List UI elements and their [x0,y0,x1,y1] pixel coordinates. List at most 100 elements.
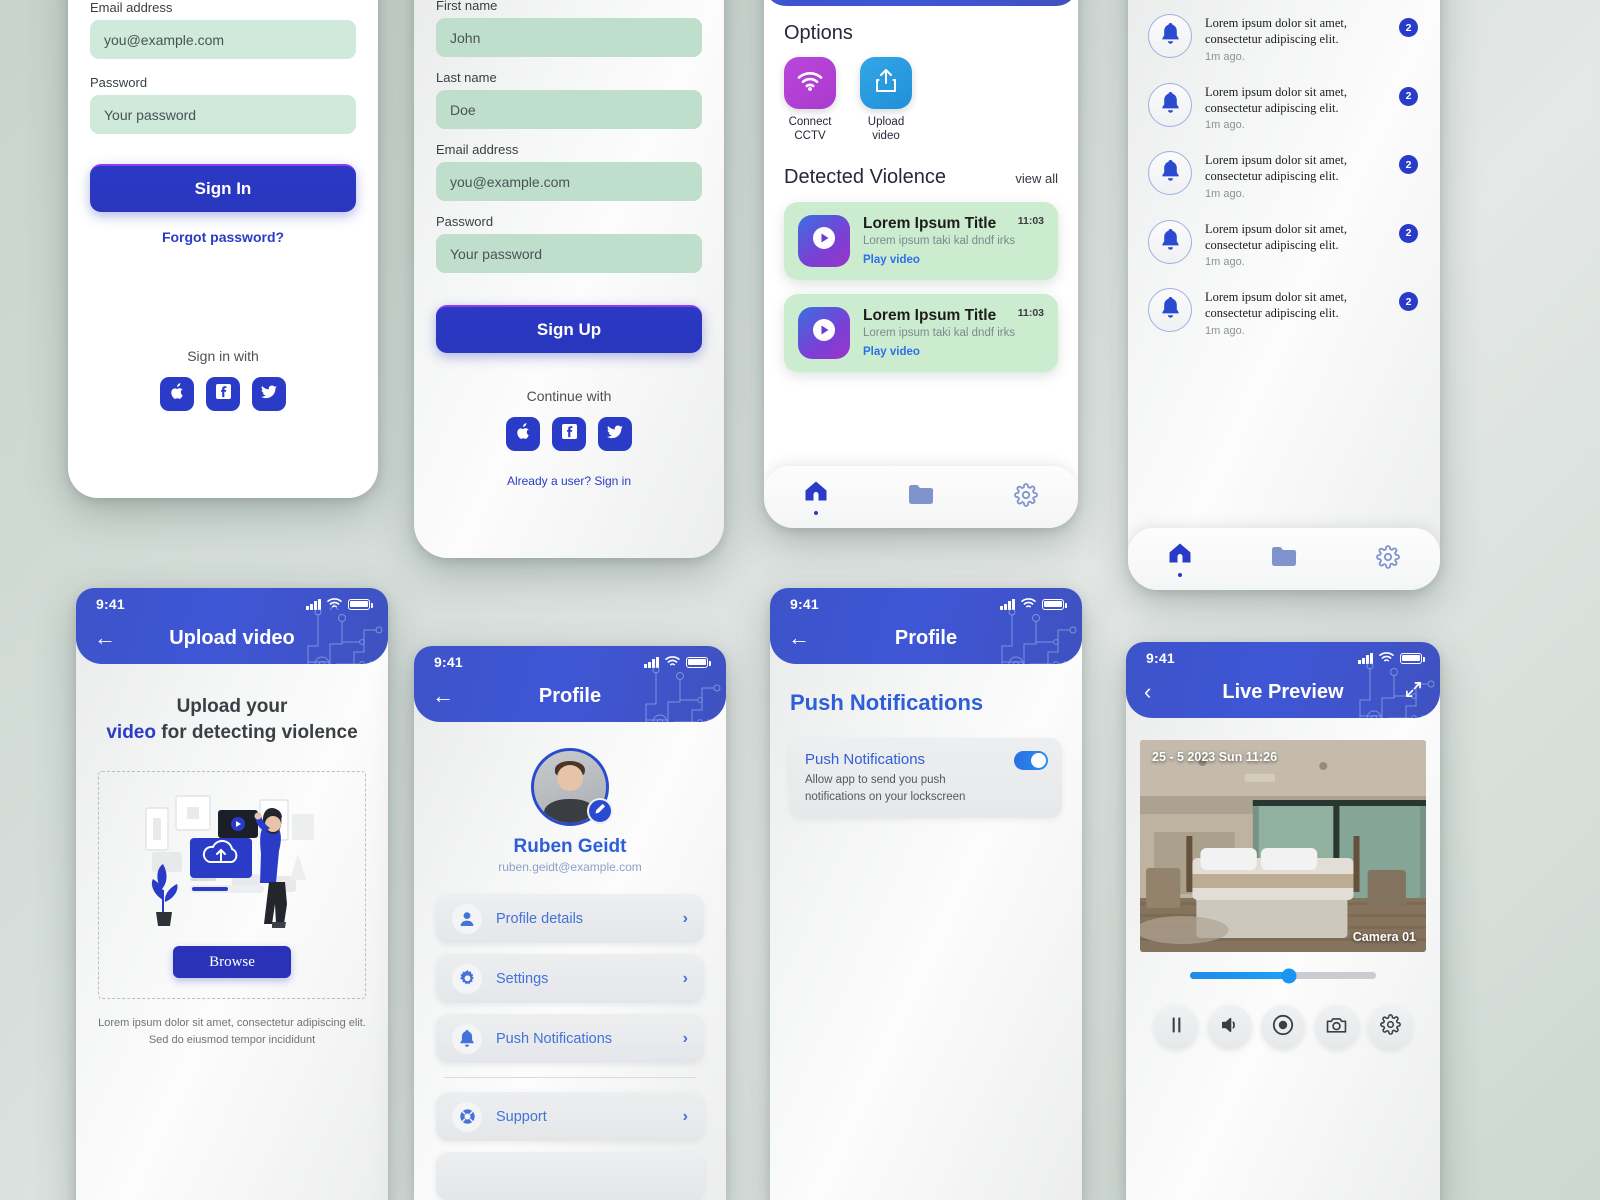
play-icon [813,227,835,254]
nav-settings[interactable] [1376,544,1401,574]
email-field[interactable]: you@example.com [90,20,356,59]
violence-card[interactable]: Lorem Ipsum Title Lorem ipsum taki kal d… [784,293,1058,372]
email-field[interactable]: you@example.com [436,162,702,201]
apple-signin-button[interactable] [160,377,194,411]
pause-button[interactable] [1154,1005,1198,1049]
profile-row-label: Profile details [496,910,584,927]
connect-cctv-tile[interactable] [784,57,836,109]
fullscreen-button[interactable] [1405,681,1422,703]
signal-icon [644,656,659,668]
playback-slider[interactable] [1190,968,1376,983]
social-login-row [436,417,702,451]
notification-item[interactable]: Lorem ipsum dolor sit amet, consectetur … [1136,278,1432,347]
notification-time: 1m ago. [1205,324,1245,337]
chevron-right-icon: › [682,969,688,987]
back-button[interactable]: ← [788,627,810,649]
battery-icon [686,656,711,668]
browse-button[interactable]: Browse [173,946,291,979]
profile-row-profile-details[interactable]: Profile details › [436,894,704,943]
option-upload-video[interactable]: Upload video [860,57,912,144]
first-name-label: First name [436,0,498,13]
record-button[interactable] [1261,1005,1305,1049]
password-field[interactable]: Your password [436,234,702,273]
status-time: 9:41 [790,596,819,612]
notification-item[interactable]: Lorem ipsum dolor sit amet, consectetur … [1136,141,1432,210]
nav-home[interactable] [1168,542,1192,577]
password-field[interactable]: Your password [90,95,356,134]
slider-knob[interactable] [1281,968,1297,983]
violence-card[interactable]: Lorem Ipsum Title Lorem ipsum taki kal d… [784,201,1058,280]
battery-icon [348,598,373,610]
upload-appbar: 9:41 ← Upload video [76,588,388,664]
signal-icon [1358,652,1373,664]
status-bar: 9:41 [414,646,726,670]
back-button[interactable]: ‹ [1144,681,1151,703]
twitter-signup-button[interactable] [598,417,632,451]
gear-icon [452,963,482,994]
upload-dropzone[interactable]: Browse [98,771,366,1000]
notification-badge: 2 [1399,86,1418,106]
notification-message: Lorem ipsum dolor sit amet, consectetur … [1205,84,1347,115]
play-video-link[interactable]: Play video [863,254,1015,266]
profile-row-extra[interactable] [436,1152,704,1200]
twitter-icon [261,385,277,404]
play-icon [813,319,835,346]
camera-feed[interactable]: 25 - 5 2023 Sun 11:26 Camera 01 [1140,740,1426,952]
wifi-icon [327,596,342,612]
push-toggle-card: Push Notifications Allow app to send you… [790,738,1062,819]
bell-badge [1148,219,1192,264]
notification-badge: 2 [1399,155,1418,174]
edit-avatar-button[interactable] [587,798,613,824]
folder-icon [908,484,934,510]
notification-item[interactable]: Lorem ipsum dolor sit amet, consectetur … [1136,4,1432,73]
push-notifications-toggle[interactable] [1014,751,1048,770]
notification-time: 1m ago. [1205,119,1245,131]
sign-up-button[interactable]: Sign Up [436,305,702,353]
first-name-field[interactable]: John [436,18,702,57]
back-button[interactable]: ← [432,685,454,707]
status-time: 9:41 [1146,650,1175,666]
nav-folder[interactable] [908,484,934,510]
bottom-nav [1128,528,1440,590]
divider [444,1077,696,1078]
nav-home[interactable] [804,480,828,515]
apple-signup-button[interactable] [506,417,540,451]
camera-settings-button[interactable] [1368,1005,1412,1049]
sign-in-button[interactable]: Sign In [90,164,356,212]
live-preview-screen: 9:41 ‹ Live Preview 25 - 5 2023 Sun 11:2… [1126,642,1440,1200]
twitter-signin-button[interactable] [252,377,286,411]
notifications-screen: Lorem ipsum dolor sit amet, consectetur … [1128,0,1440,590]
facebook-signup-button[interactable] [552,417,586,451]
option-connect-cctv[interactable]: Connect CCTV [784,57,836,144]
snapshot-button[interactable] [1314,1005,1359,1049]
view-all-link[interactable]: view all [1015,171,1058,186]
page-title: Upload video [169,626,295,649]
push-page-title: Push Notifications [790,690,984,715]
volume-button[interactable] [1207,1005,1252,1049]
nav-folder[interactable] [1271,546,1297,572]
upload-video-tile[interactable] [860,57,912,109]
notification-item[interactable]: Lorem ipsum dolor sit amet, consectetur … [1136,210,1432,279]
nav-settings[interactable] [1014,482,1038,512]
already-user-link[interactable]: Already a user? Sign in [436,474,702,488]
upload-illustration [145,795,314,929]
volume-icon [1220,1016,1239,1039]
profile-row-support[interactable]: Support › [436,1092,704,1141]
slider-fill [1190,972,1289,979]
bell-icon [452,1023,482,1054]
email-label: Email address [90,0,173,15]
notification-item[interactable]: Lorem ipsum dolor sit amet, consectetur … [1136,73,1432,142]
nav-active-dot [1177,572,1182,577]
play-video-link[interactable]: Play video [863,346,1015,358]
last-name-field[interactable]: Doe [436,90,702,129]
home-icon [804,480,828,507]
gear-icon [1014,482,1038,512]
social-login-row [90,377,356,411]
profile-row-push-notifications[interactable]: Push Notifications › [436,1014,704,1063]
profile-row-settings[interactable]: Settings › [436,954,704,1003]
live-appbar: 9:41 ‹ Live Preview [1126,642,1440,718]
forgot-password-link[interactable]: Forgot password? [90,229,356,245]
facebook-signin-button[interactable] [206,377,240,411]
notification-message: Lorem ipsum dolor sit amet, consectetur … [1205,221,1347,252]
back-button[interactable]: ← [94,627,116,649]
